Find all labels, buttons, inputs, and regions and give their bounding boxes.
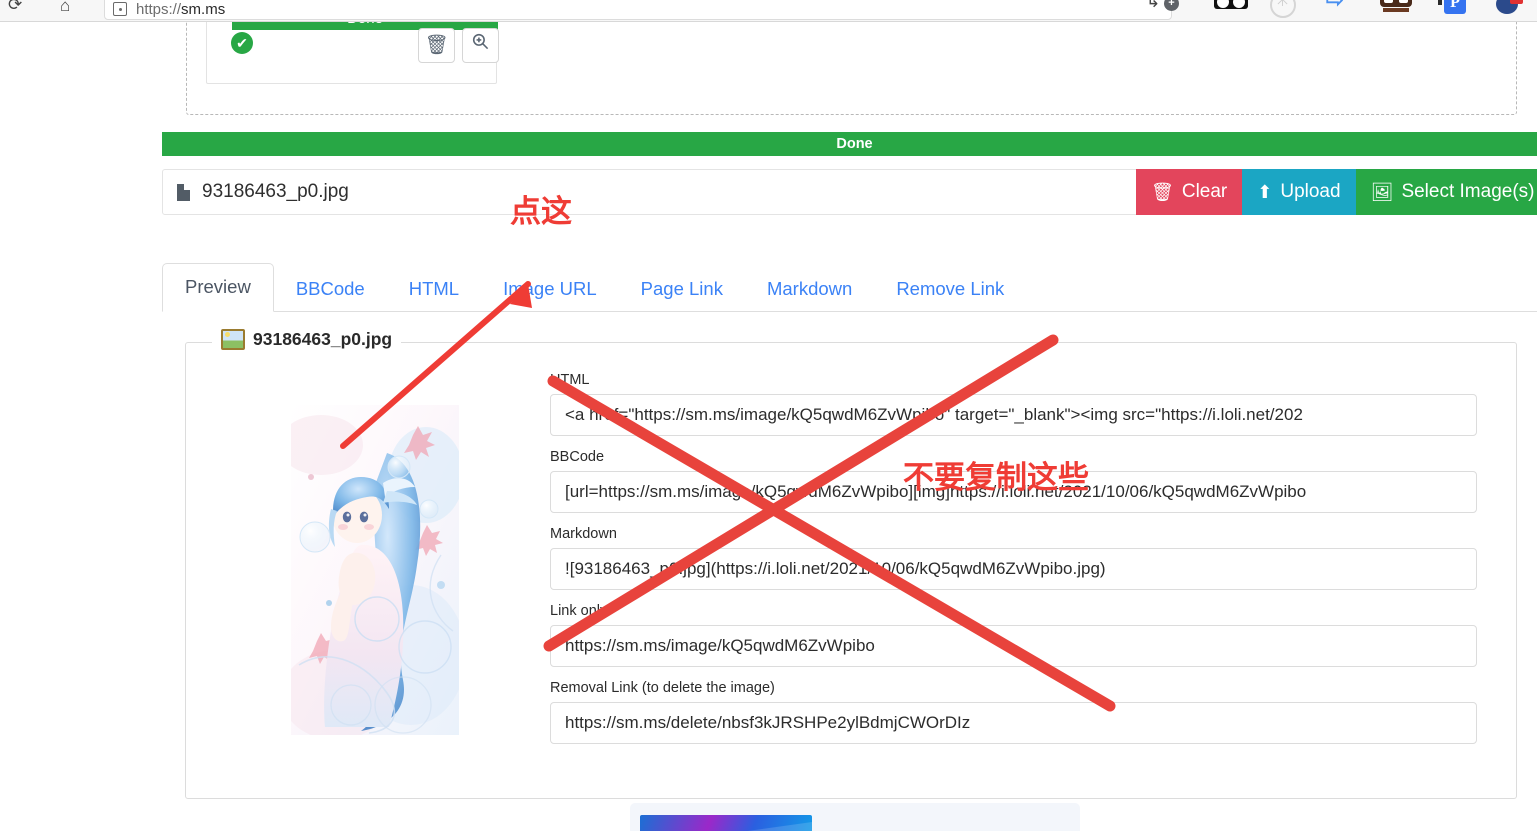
tab-bbcode[interactable]: BBCode xyxy=(274,279,387,313)
field-removal-link-input[interactable]: https://sm.ms/delete/nbsf3kJRSHPe2ylBdmj… xyxy=(550,701,1477,744)
url-host: sm.ms xyxy=(181,1,226,18)
tab-page-link[interactable]: Page Link xyxy=(619,279,745,313)
field-link-only: Link only https://sm.ms/image/kQ5qwdM6Zv… xyxy=(550,602,1477,667)
upload-button-label: Upload xyxy=(1280,181,1341,202)
nordvpn-extension-icon[interactable] xyxy=(1496,0,1523,16)
preview-panel: 93186463_p0.jpg HTML <a href="https://sm… xyxy=(185,329,1517,799)
mask-extension-icon[interactable] xyxy=(1380,0,1412,12)
url-text: https://sm.ms xyxy=(136,2,225,18)
preview-panel-title: 93186463_p0.jpg xyxy=(253,329,393,349)
tab-markdown[interactable]: Markdown xyxy=(745,279,874,313)
home-icon[interactable]: ⌂ xyxy=(60,0,70,14)
field-removal-link-label: Removal Link (to delete the image) xyxy=(550,679,775,696)
field-link-only-input[interactable]: https://sm.ms/image/kQ5qwdM6ZvWpibo xyxy=(550,624,1477,667)
dandelion-extension-icon[interactable] xyxy=(1270,0,1296,18)
field-link-only-value: https://sm.ms/image/kQ5qwdM6ZvWpibo xyxy=(565,635,875,655)
new-tab-icon[interactable]: ↳ xyxy=(1146,0,1160,10)
upload-progress-bar: Done xyxy=(162,132,1537,156)
field-markdown-value: ![93186463_p0.jpg](https://i.loli.net/20… xyxy=(565,558,1106,578)
blue-arrow-extension-icon[interactable]: ⇨ xyxy=(1326,0,1344,11)
field-markdown-input[interactable]: ![93186463_p0.jpg](https://i.loli.net/20… xyxy=(550,547,1477,590)
upload-dropzone[interactable]: Done ✔ 🗑 xyxy=(186,22,1517,115)
upload-button[interactable]: ⬆ Upload xyxy=(1242,169,1356,215)
tab-image-url[interactable]: Image URL xyxy=(481,279,619,313)
field-removal-link-value: https://sm.ms/delete/nbsf3kJRSHPe2ylBdmj… xyxy=(565,712,971,732)
field-html-input[interactable]: <a href="https://sm.ms/image/kQ5qwdM6ZvW… xyxy=(550,393,1477,436)
upload-card: Done ✔ 🗑 xyxy=(206,22,499,84)
field-link-only-label: Link only xyxy=(550,602,608,619)
field-markdown-label: Markdown xyxy=(550,525,617,542)
upload-card-status-bar: Done xyxy=(232,22,498,30)
field-html-label: HTML xyxy=(550,372,590,388)
zoom-in-icon-button[interactable] xyxy=(462,28,499,63)
tab-html[interactable]: HTML xyxy=(387,279,481,313)
ad-thumbnail xyxy=(640,815,812,831)
field-html-value: <a href="https://sm.ms/image/kQ5qwdM6ZvW… xyxy=(565,404,1303,424)
action-button-group: 🗑 Clear ⬆ Upload 🖼 Select Image(s) xyxy=(1136,169,1537,215)
page-info-icon[interactable] xyxy=(113,2,127,16)
result-tabs: Preview BBCode HTML Image URL Page Link … xyxy=(162,261,1537,312)
images-icon: 🖼 xyxy=(1370,182,1394,202)
image-file-icon xyxy=(221,329,245,350)
upload-icon: ⬆ xyxy=(1257,182,1273,202)
image-thumbnail[interactable] xyxy=(291,405,459,735)
success-check-icon: ✔ xyxy=(231,32,253,54)
goggles-extension-icon[interactable] xyxy=(1214,0,1248,9)
reload-icon[interactable]: ⟳ xyxy=(8,0,22,13)
browser-toolbar: ⟳ ⌂ https://sm.ms ↳ + ⇨ P xyxy=(0,0,1537,22)
annotation-click-here: 点这 xyxy=(510,194,572,230)
selected-file-name: 93186463_p0.jpg xyxy=(202,181,349,202)
annotation-dont-copy-these: 不要复制这些 xyxy=(903,460,1089,496)
trash-icon: 🗑 xyxy=(1151,182,1174,202)
field-markdown: Markdown ![93186463_p0.jpg](https://i.lo… xyxy=(550,525,1477,590)
select-images-button-label: Select Image(s) xyxy=(1401,181,1535,202)
pocket-p-extension-icon[interactable]: P xyxy=(1438,0,1466,14)
tab-remove-link[interactable]: Remove Link xyxy=(874,279,1026,313)
select-images-button[interactable]: 🖼 Select Image(s) xyxy=(1355,169,1537,215)
tab-preview[interactable]: Preview xyxy=(162,262,274,312)
file-icon xyxy=(177,183,190,201)
ad-banner[interactable]: 免费国庆云腾plus新用户 xyxy=(630,803,1080,831)
result-fields: HTML <a href="https://sm.ms/image/kQ5qwd… xyxy=(550,372,1477,758)
delete-icon-button[interactable]: 🗑 xyxy=(418,28,455,63)
field-removal-link: Removal Link (to delete the image) https… xyxy=(550,679,1477,744)
field-html: HTML <a href="https://sm.ms/image/kQ5qwd… xyxy=(550,372,1477,436)
page-content: Done ✔ 🗑 Done 93186463_p0.jpg 🗑 Clear xyxy=(0,22,1537,831)
address-bar[interactable]: https://sm.ms xyxy=(104,0,1172,20)
clear-button-label: Clear xyxy=(1181,181,1228,202)
url-scheme: https:// xyxy=(136,1,182,18)
preview-panel-legend: 93186463_p0.jpg xyxy=(212,329,402,350)
new-tab-plus-icon[interactable]: + xyxy=(1164,0,1179,11)
clear-button[interactable]: 🗑 Clear xyxy=(1136,169,1243,215)
